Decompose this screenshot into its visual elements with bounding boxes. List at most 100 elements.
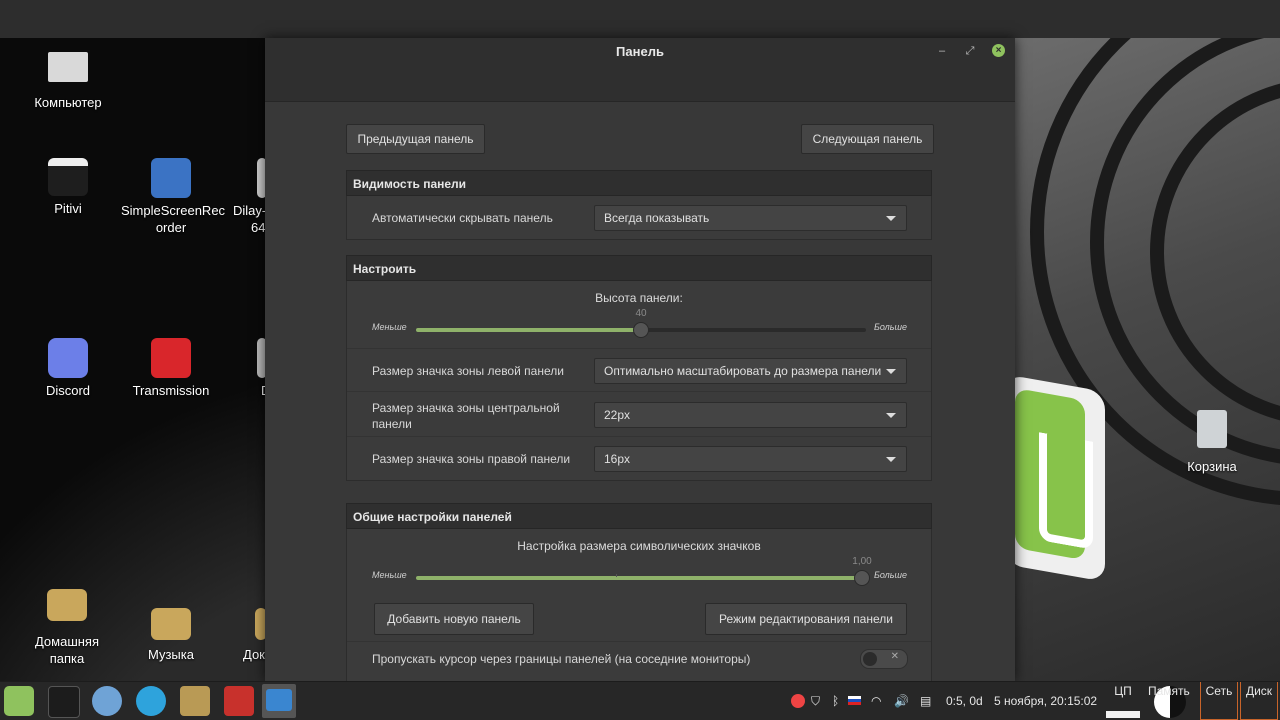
shield-icon[interactable]: ⛉: [811, 694, 820, 709]
separator: [347, 436, 931, 437]
panel-height-label: Высота панели:: [595, 291, 683, 305]
desktop-icon-simplescreenrecorder[interactable]: SimpleScreenRec order: [121, 158, 225, 236]
desktop-icon-transmission[interactable]: Transmission: [121, 338, 221, 399]
symbolic-icon-size-slider-knob[interactable]: [854, 570, 870, 586]
next-panel-button[interactable]: Следующая панель: [801, 124, 934, 154]
browser-icon[interactable]: [92, 686, 122, 716]
section-general: Настройка размера символических значков …: [346, 529, 932, 681]
maximize-button[interactable]: ⤢: [963, 44, 977, 58]
folder-music-icon: [151, 608, 191, 640]
slider-less-label: Меньше: [372, 322, 407, 332]
desktop-icon-pitivi[interactable]: Pitivi: [18, 158, 118, 217]
section-visibility: Автоматически скрывать панель Всегда пок…: [346, 196, 932, 240]
pointer-passthrough-toggle[interactable]: ✕: [860, 649, 908, 669]
autohide-label: Автоматически скрывать панель: [372, 211, 553, 225]
window-title: Панель: [616, 44, 664, 59]
computer-icon: [48, 52, 88, 82]
cpu-monitor[interactable]: ЦП: [1104, 682, 1142, 720]
clock[interactable]: 5 ноября, 20:15:02: [994, 694, 1097, 708]
minimize-button[interactable]: –: [935, 44, 949, 58]
autohide-value: Всегда показывать: [604, 211, 710, 225]
app-icon[interactable]: [224, 686, 254, 716]
section-visibility-heading: Видимость панели: [346, 170, 932, 196]
edit-mode-button[interactable]: Режим редактирования панели: [705, 603, 907, 635]
panel-height-slider-knob[interactable]: [633, 322, 649, 338]
keyboard-layout-flag-icon[interactable]: [848, 696, 861, 705]
center-zone-icon-size-label: Размер значка зоны центральной панели: [372, 400, 560, 432]
file-icon: [257, 158, 265, 198]
terminal-icon[interactable]: [48, 686, 80, 718]
clipboard-icon[interactable]: ▤: [920, 694, 931, 708]
network-monitor[interactable]: Сеть: [1200, 682, 1238, 720]
center-zone-label-line2: панели: [372, 417, 412, 431]
discord-icon: [48, 338, 88, 378]
indicator-text: 0:5, 0d: [946, 694, 983, 708]
chevron-down-icon: [886, 457, 896, 462]
mint-menu-icon[interactable]: [4, 686, 34, 716]
folder-icon: [255, 608, 265, 640]
left-zone-icon-size-combo[interactable]: Оптимально масштабировать до размера пан…: [594, 358, 907, 384]
desktop-icon-label: Dilay-: [233, 203, 265, 218]
desktop-icon-label: Discord: [45, 383, 91, 398]
desktop-icon-label: order: [155, 220, 187, 235]
panel-settings-window: Панель – ⤢ × Предыдущая панель Следующая…: [265, 38, 1015, 681]
separator: [347, 348, 931, 349]
desktop-icon-music[interactable]: Музыка: [121, 608, 221, 663]
volume-icon[interactable]: 🔊: [894, 694, 909, 708]
trash-icon: [1197, 410, 1227, 448]
desktop-icon-computer[interactable]: Компьютер: [18, 52, 118, 111]
section-customize: Высота панели: Меньше Больше 40 Размер з…: [346, 281, 932, 481]
section-customize-heading: Настроить: [346, 255, 932, 281]
window-titlebar[interactable]: Панель – ⤢ ×: [265, 38, 1015, 102]
chevron-down-icon: [886, 369, 896, 374]
desktop-icon-label: SimpleScreenRec: [121, 203, 226, 218]
desktop-icon-home[interactable]: Домашняя папка: [17, 589, 117, 667]
center-zone-icon-size-combo[interactable]: 22px: [594, 402, 907, 428]
tray-app-icon[interactable]: [791, 694, 805, 708]
wifi-icon[interactable]: ◠: [871, 694, 881, 708]
files-icon[interactable]: [180, 686, 210, 716]
desktop-icon-docs[interactable]: Док: [225, 608, 265, 663]
section-general-heading: Общие настройки панелей: [346, 503, 932, 529]
chevron-down-icon: [886, 216, 896, 221]
desktop-icon-trash[interactable]: Корзина: [1162, 410, 1262, 475]
add-panel-button[interactable]: Добавить новую панель: [374, 603, 534, 635]
desktop-icon-label: Домашняя папка: [34, 634, 100, 666]
desktop-icon-d[interactable]: D: [225, 338, 265, 399]
camera-icon: [151, 158, 191, 198]
slider-more-label: Больше: [874, 570, 907, 580]
cpu-graph: [1106, 711, 1140, 718]
desktop-icon-discord[interactable]: Discord: [18, 338, 118, 399]
slider-tick: [616, 574, 617, 577]
bluetooth-icon[interactable]: ᛒ: [832, 694, 839, 708]
autohide-combo[interactable]: Всегда показывать: [594, 205, 907, 231]
memory-monitor[interactable]: Память: [1148, 682, 1190, 720]
symbolic-icon-size-slider[interactable]: 1,00: [416, 556, 872, 586]
disk-monitor[interactable]: Диск: [1240, 682, 1278, 720]
cpu-monitor-label: ЦП: [1114, 684, 1132, 698]
chevron-down-icon: [886, 413, 896, 418]
folder-home-icon: [47, 589, 87, 621]
active-window-button[interactable]: [262, 684, 296, 718]
right-zone-icon-size-combo[interactable]: 16px: [594, 446, 907, 472]
desktop-icon-label: 64.A: [251, 220, 265, 235]
panel-height-value: 40: [635, 308, 647, 319]
panel-height-slider[interactable]: 40: [416, 308, 866, 338]
symbolic-icon-size-slider-fill: [416, 576, 862, 580]
right-zone-icon-size-value: 16px: [604, 452, 631, 466]
close-button[interactable]: ×: [992, 44, 1005, 57]
memory-monitor-label: Память: [1148, 684, 1190, 698]
center-zone-icon-size-value: 22px: [604, 408, 631, 422]
left-zone-icon-size-value: Оптимально масштабировать до размера пан…: [604, 364, 882, 378]
desktop-icon-label: Док: [243, 647, 265, 662]
symbolic-icon-size-label: Настройка размера символических значков: [517, 539, 761, 553]
desktop-icon-label: D: [225, 383, 265, 398]
desktop-icon-dilay[interactable]: Dilay- 64.A: [225, 158, 265, 236]
settings-window-icon: [266, 689, 292, 711]
desktop-top-strip: [0, 0, 1280, 38]
separator: [347, 391, 931, 392]
symbolic-icon-size-value: 1,00: [852, 556, 872, 567]
previous-panel-button[interactable]: Предыдущая панель: [346, 124, 485, 154]
mint-logo-wallpaper: [1005, 374, 1105, 582]
telegram-icon[interactable]: [136, 686, 166, 716]
